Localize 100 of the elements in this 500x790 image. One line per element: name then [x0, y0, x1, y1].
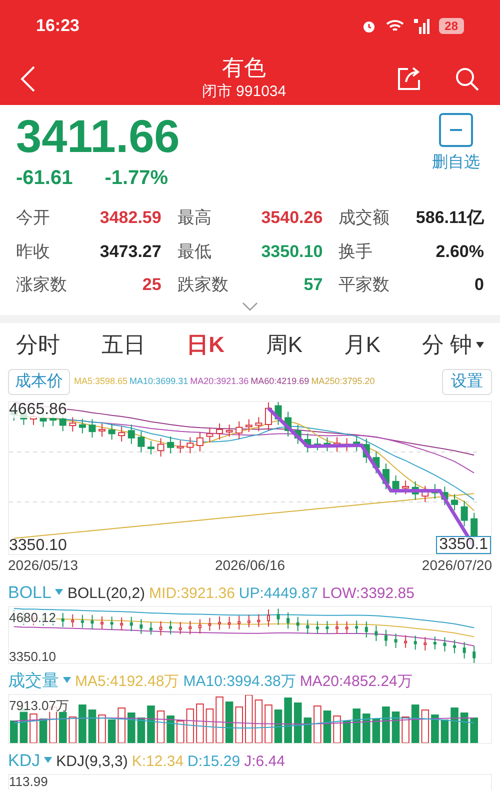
candlestick: [90, 614, 94, 630]
signal-icon: [412, 18, 431, 34]
volume-bar: [323, 710, 332, 742]
volume-bar: [88, 709, 96, 742]
candlestick: [128, 424, 135, 444]
indicator-params: KDJ(9,3,3): [56, 752, 128, 772]
stat-label: 平家数: [338, 274, 390, 296]
price-marker: 3350.1: [436, 536, 491, 554]
back-icon[interactable]: [20, 64, 36, 92]
stat-value: 3473.27: [100, 240, 162, 262]
status-time: 16:23: [36, 15, 80, 38]
volume-bar: [147, 705, 155, 742]
candlestick: [98, 422, 106, 437]
search-icon[interactable]: [454, 66, 480, 92]
candlestick: [188, 620, 192, 634]
candlestick: [451, 493, 458, 510]
candlestick: [412, 480, 419, 500]
candlestick: [238, 614, 241, 630]
volume-bar: [382, 706, 390, 742]
candlestick: [414, 634, 417, 650]
remove-watchlist-button[interactable]: 删自选: [432, 113, 480, 193]
volume-bar: [333, 715, 341, 742]
volume-bar: [304, 717, 312, 742]
indicator-name[interactable]: KDJ: [8, 748, 40, 773]
axis-label: 113.99: [9, 774, 48, 788]
candlestick: [326, 620, 329, 634]
stat-label: 涨家数: [16, 274, 67, 296]
volume-bar: [460, 712, 468, 742]
volume-bar: [402, 716, 410, 742]
candlestick: [314, 437, 321, 450]
volume-bar: [196, 703, 204, 742]
volume-bar: [235, 706, 243, 742]
volume-bar: [78, 704, 86, 742]
candlestick: [422, 484, 429, 502]
chart-tab[interactable]: 五日: [101, 328, 146, 361]
candlestick: [100, 615, 104, 629]
date-label: 2026/05/13: [8, 556, 78, 574]
axis-label: 4665.86: [9, 402, 67, 418]
candlestick: [130, 616, 133, 632]
volume-bar: [58, 711, 67, 742]
volume-bar: [392, 711, 400, 742]
page-title: 有色: [222, 54, 266, 81]
candlestick: [431, 483, 438, 499]
indicator-value: MA20:4852.24万: [300, 672, 412, 692]
indicator-name[interactable]: BOLL: [8, 580, 52, 605]
indicator-value: MID:3921.36: [149, 584, 235, 604]
chevron-down-icon[interactable]: [242, 302, 258, 310]
volume-bar: [274, 709, 282, 742]
candlestick: [257, 613, 260, 627]
candlestick: [276, 608, 280, 625]
candlestick: [78, 418, 86, 434]
candlestick: [196, 430, 204, 452]
candlestick: [110, 616, 114, 630]
volume-bar: [431, 714, 439, 742]
volume-bar: [470, 717, 478, 742]
date-label: 2026/07/20: [422, 556, 492, 574]
chart-tab[interactable]: 分时: [16, 328, 60, 361]
settings-button[interactable]: 设置: [442, 368, 492, 394]
candlestick: [264, 402, 272, 430]
candlestick: [247, 614, 250, 628]
volume-bar: [10, 720, 18, 742]
candlestick: [353, 435, 360, 452]
volume-bar: [98, 714, 106, 742]
stat-value: 3540.26: [261, 207, 323, 229]
axis-label: 3350.10: [9, 538, 67, 554]
candlestick: [186, 436, 194, 454]
candlestick: [178, 621, 182, 634]
volume-bar: [216, 696, 224, 742]
indicator-name[interactable]: 成交量: [8, 668, 59, 693]
caret-icon[interactable]: [476, 342, 484, 348]
stat-value: 2.60%: [436, 240, 484, 262]
indicator-params: BOLL(20,2): [67, 584, 146, 604]
candlestick: [228, 616, 231, 629]
candlestick: [296, 616, 300, 632]
candlestick: [206, 426, 214, 442]
candlestick: [336, 620, 339, 634]
candlestick: [140, 618, 143, 634]
stat-label: 最高: [177, 207, 212, 229]
volume-bar: [108, 719, 116, 742]
stat-label: 跌家数: [177, 274, 228, 296]
share-icon[interactable]: [396, 66, 422, 92]
chart-tab[interactable]: 月K: [344, 328, 381, 361]
candlestick: [355, 620, 358, 634]
candlestick: [306, 618, 310, 634]
axis-label: 4680.12: [9, 610, 56, 624]
price-change: -61.61: [16, 166, 73, 191]
cost-price-button[interactable]: 成本价: [8, 368, 70, 394]
candlestick: [286, 612, 290, 629]
chart-tab[interactable]: 日K: [186, 328, 225, 361]
volume-bar: [314, 705, 322, 742]
chart-tab[interactable]: 周K: [266, 328, 303, 361]
indicator-value: K:12.34: [132, 752, 184, 772]
candlestick: [88, 418, 96, 438]
candlestick: [120, 616, 124, 630]
candlestick: [433, 636, 436, 650]
volume-bar: [294, 702, 302, 742]
chart-tab[interactable]: 分 钟: [422, 328, 484, 361]
stat-value: 25: [142, 274, 162, 296]
candlestick: [255, 416, 262, 432]
candlestick: [460, 500, 468, 526]
